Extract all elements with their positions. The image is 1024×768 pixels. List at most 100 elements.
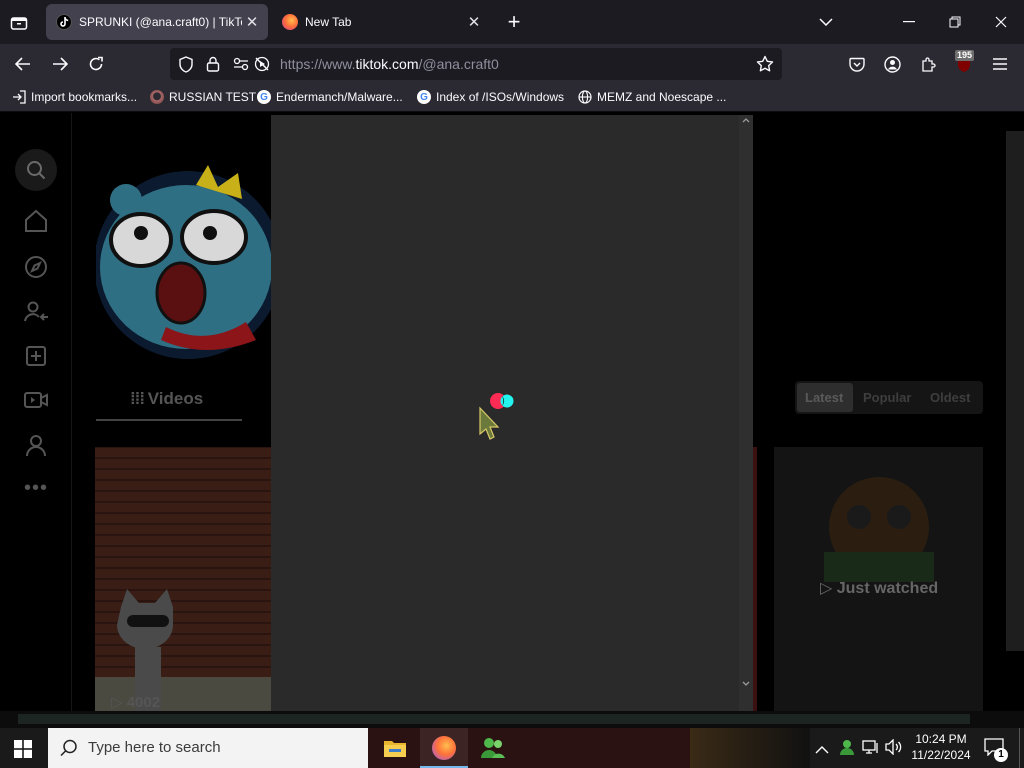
bookmark-label: MEMZ and Noescape ... [597, 90, 727, 104]
autoplay-blocked-icon[interactable] [254, 56, 270, 77]
firefox-taskbar-button[interactable] [420, 728, 468, 768]
tab-new-tab[interactable]: New Tab ✕ [272, 4, 490, 40]
cursor-icon [479, 406, 500, 440]
page-scrollbar[interactable] [1006, 131, 1024, 651]
live-icon[interactable] [22, 386, 50, 414]
back-icon[interactable] [12, 53, 34, 75]
video-modal [271, 115, 753, 713]
scroll-up-icon[interactable] [742, 117, 750, 123]
chevron-down-icon[interactable] [815, 12, 837, 32]
url-prefix: https://www. [280, 56, 356, 72]
tab-bar: SPRUNKI (@ana.craft0) | TikTok ✕ New Tab… [0, 0, 1024, 44]
search-icon[interactable] [15, 149, 57, 191]
bookmark-label: Index of /ISOs/Windows [436, 90, 565, 104]
following-icon[interactable] [22, 298, 50, 326]
bookmark-label: Import bookmarks... [31, 90, 138, 104]
chevron-up-icon[interactable] [815, 741, 829, 759]
windows-taskbar: Type here to search 10:24 PM 11/22/2024 … [0, 728, 1024, 768]
clock-time: 10:24 PM [915, 732, 967, 746]
account-icon[interactable] [881, 53, 903, 75]
new-tab-button[interactable]: + [502, 9, 526, 34]
tab-underline [96, 419, 242, 421]
url-path: /@ana.craft0 [418, 56, 499, 72]
notification-badge: 1 [994, 748, 1008, 762]
sort-popular[interactable]: Popular [863, 390, 911, 405]
search-icon [60, 739, 77, 757]
navigation-toolbar: https://www.tiktok.com/@ana.craft0 195 [0, 44, 1024, 84]
import-icon [13, 90, 26, 104]
video-thumbnail[interactable]: ▷ 4002 [95, 447, 271, 713]
sort-control: Latest Popular Oldest [795, 381, 983, 414]
tiktok-page: ••• ⁞⁞⁞ Videos Latest Popular Oldest ▷ 4… [0, 113, 1024, 728]
restore-icon[interactable] [944, 12, 966, 32]
user-tray-icon[interactable] [838, 738, 856, 761]
thumbnail-edge [753, 447, 757, 713]
file-explorer-icon[interactable] [383, 737, 407, 764]
scroll-down-icon[interactable] [742, 681, 750, 687]
bookmark-memz[interactable]: MEMZ and Noescape ... [578, 90, 726, 104]
network-icon[interactable] [862, 739, 880, 760]
tab-label: Videos [147, 389, 204, 408]
firefox-icon [432, 736, 456, 760]
upload-icon[interactable] [22, 342, 50, 370]
tab-tiktok[interactable]: SPRUNKI (@ana.craft0) | TikTok ✕ [46, 4, 268, 40]
search-placeholder: Type here to search [88, 739, 221, 756]
grid-icon: ⁞⁞⁞ [130, 389, 148, 408]
home-icon[interactable] [22, 207, 50, 235]
bookmark-isos[interactable]: G Index of /ISOs/Windows [417, 90, 564, 104]
bookmark-import[interactable]: Import bookmarks... [12, 90, 137, 104]
scrollbar-thumb[interactable] [18, 714, 970, 724]
clock-date: 11/22/2024 [911, 748, 971, 762]
extension-badge: 195 [955, 50, 975, 61]
view-count: ▷ 4002 [111, 694, 161, 711]
tiktok-icon [56, 14, 72, 30]
tab-videos[interactable]: ⁞⁞⁞ Videos [130, 389, 203, 409]
url-text[interactable]: https://www.tiktok.com/@ana.craft0 [280, 56, 499, 72]
horizontal-scrollbar[interactable] [0, 711, 1024, 728]
just-watched-label: ▷ Just watched [820, 580, 939, 597]
forward-icon[interactable] [49, 53, 71, 75]
bookmark-label: RUSSIAN TEST [169, 90, 257, 104]
video-thumbnail-just-watched[interactable]: ▷ Just watched [774, 447, 983, 713]
bookmark-label: Endermanch/Malware... [276, 90, 403, 104]
sort-oldest[interactable]: Oldest [930, 390, 970, 405]
bookmarks-toolbar: Import bookmarks... RUSSIAN TEST G Ender… [0, 84, 1024, 112]
pocket-icon[interactable] [846, 53, 868, 75]
google-icon: G [417, 90, 431, 104]
tab-title: New Tab [305, 15, 352, 29]
permissions-icon[interactable] [233, 57, 249, 76]
reload-icon[interactable] [85, 53, 107, 75]
extensions-icon[interactable] [917, 53, 939, 75]
taskbar-background-strip [368, 728, 690, 768]
globe-icon [578, 90, 592, 104]
more-icon[interactable]: ••• [24, 477, 48, 500]
windows-start-icon[interactable] [14, 740, 32, 763]
modal-scrollbar[interactable] [739, 115, 753, 713]
clock[interactable]: 10:24 PM 11/22/2024 [910, 731, 972, 763]
volume-icon[interactable] [885, 738, 903, 760]
bookmark-endermanch[interactable]: G Endermanch/Malware... [257, 90, 403, 104]
shield-icon[interactable] [178, 56, 194, 78]
tab-title: SPRUNKI (@ana.craft0) | TikTok [79, 15, 242, 29]
minimize-icon[interactable] [898, 12, 920, 32]
tab-list-icon[interactable] [8, 12, 30, 34]
close-tab-icon[interactable]: ✕ [464, 13, 484, 31]
lock-icon[interactable] [206, 56, 220, 77]
taskbar-wallpaper-peek [690, 728, 810, 768]
chat-app-icon[interactable] [480, 736, 506, 765]
sort-latest[interactable]: Latest [805, 390, 843, 405]
show-desktop-button[interactable] [1019, 728, 1024, 768]
menu-icon[interactable] [989, 53, 1011, 75]
tiktok-sidebar: ••• [0, 113, 72, 728]
address-bar[interactable]: https://www.tiktok.com/@ana.craft0 [170, 48, 782, 80]
bookmark-russian-test[interactable]: RUSSIAN TEST [150, 90, 256, 104]
profile-icon[interactable] [22, 431, 50, 459]
google-icon: G [257, 90, 271, 104]
star-icon[interactable] [756, 55, 774, 78]
explore-icon[interactable] [22, 253, 50, 281]
view-count-value: 4002 [126, 694, 161, 711]
just-watched-text: Just watched [836, 580, 939, 597]
close-window-icon[interactable] [990, 12, 1012, 32]
taskbar-search[interactable]: Type here to search [48, 728, 368, 768]
close-tab-icon[interactable]: ✕ [242, 13, 262, 31]
